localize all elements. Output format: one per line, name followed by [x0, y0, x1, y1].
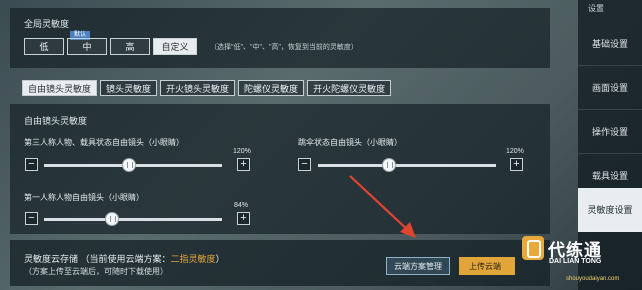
tab-free-camera[interactable]: 自由镜头灵敏度: [22, 80, 98, 96]
parachute-label: 跳伞状态自由镜头（小眼睛）: [298, 138, 402, 147]
cloud-plan-name: 二指灵敏度: [170, 254, 216, 264]
first-person-label: 第一人称人物自由镜头（小眼睛）: [24, 193, 144, 202]
sensitivity-tabs: 自由镜头灵敏度 镜头灵敏度 开火镜头灵敏度 陀螺仪灵敏度 开火陀螺仪灵敏度: [22, 80, 392, 96]
sidebar-item-sensitivity[interactable]: 灵敏度设置: [578, 188, 642, 232]
tab-gyroscope[interactable]: 陀螺仪灵敏度: [238, 80, 305, 96]
tab-fire-camera[interactable]: 开火镜头灵敏度: [160, 80, 236, 96]
third-person-decrease-button[interactable]: −: [25, 158, 38, 171]
level-custom-button[interactable]: 自定义: [153, 38, 197, 55]
first-person-increase-button[interactable]: +: [237, 212, 250, 225]
third-person-value: 120%: [233, 148, 251, 155]
level-mid-button[interactable]: 中: [67, 38, 107, 55]
watermark-logo-icon: [522, 236, 544, 260]
cloud-current-suffix: ）: [215, 254, 225, 264]
cloud-storage-title: 灵敏度云存储: [24, 254, 79, 264]
global-sensitivity-title: 全局灵敏度: [24, 19, 70, 29]
first-person-slider-track[interactable]: [44, 218, 222, 221]
tab-fire-gyroscope[interactable]: 开火陀螺仪灵敏度: [307, 80, 392, 96]
cloud-storage-line: 灵敏度云存储 （当前使用云端方案：二指灵敏度）: [24, 252, 225, 265]
watermark-url: shouyoudaiyan.com: [566, 276, 620, 282]
section-title: 自由镜头灵敏度: [24, 116, 88, 126]
parachute-increase-button[interactable]: +: [510, 158, 523, 171]
annotation-arrow-icon: [349, 175, 416, 238]
level-selector: 低 中 高 自定义: [24, 38, 197, 55]
first-person-value: 84%: [234, 202, 249, 209]
sidebar-top-label: 设置: [588, 4, 604, 13]
third-person-increase-button[interactable]: +: [237, 158, 250, 171]
sidebar-item-basic[interactable]: 基础设置: [578, 22, 642, 66]
cloud-current-prefix: （当前使用云端方案：: [80, 254, 171, 264]
cloud-plan-manage-button[interactable]: 云端方案管理: [386, 257, 450, 275]
level-high-button[interactable]: 高: [110, 38, 150, 55]
level-hint: （选择"低"、"中"、"高"，恢复到当前的灵敏度）: [210, 44, 358, 51]
sensitivity-sliders-panel: [10, 104, 550, 234]
watermark-subtitle: DAI LIAN TONG: [549, 258, 602, 265]
third-person-label: 第三人称人物、载具状态自由镜头（小眼睛）: [24, 138, 184, 147]
first-person-decrease-button[interactable]: −: [25, 212, 38, 225]
level-low-button[interactable]: 低: [24, 38, 64, 55]
first-person-slider-handle[interactable]: [104, 212, 119, 226]
parachute-slider-track[interactable]: [318, 164, 496, 167]
cloud-note: （方案上传至云端后，可随时下载使用）: [24, 267, 168, 276]
parachute-value: 120%: [506, 148, 524, 155]
parachute-decrease-button[interactable]: −: [298, 158, 311, 171]
upload-cloud-button[interactable]: 上传云端: [459, 257, 515, 275]
tab-camera[interactable]: 镜头灵敏度: [100, 80, 158, 96]
sidebar-item-controls[interactable]: 操作设置: [578, 110, 642, 154]
sidebar-item-display[interactable]: 画面设置: [578, 66, 642, 110]
